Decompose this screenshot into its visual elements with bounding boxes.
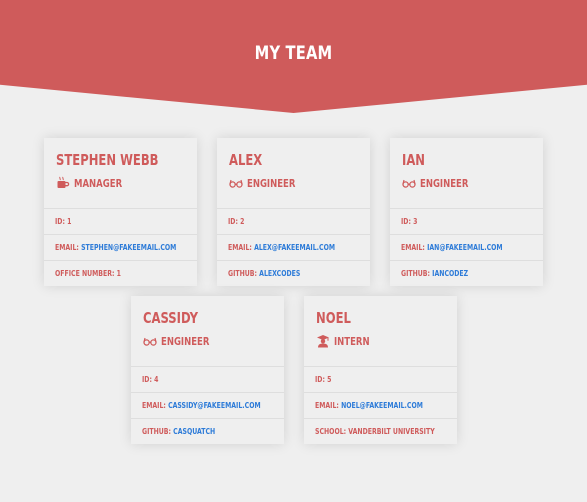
email-row: EMAIL: CASSIDY@FAKEEMAIL.COM (131, 392, 284, 418)
id-label: ID: (55, 217, 65, 226)
email-link[interactable]: CASSIDY@FAKEEMAIL.COM (168, 401, 261, 410)
employee-card: STEPHEN WEBB MANAGER ID: 1 EMAIL: STEPHE… (44, 138, 197, 286)
office-number-row: OFFICE NUMBER: 1 (44, 260, 197, 286)
email-link[interactable]: ALEX@FAKEEMAIL.COM (254, 243, 335, 252)
employee-card: CASSIDY ENGINEER ID: 4 EMAIL: CASSIDY@FA… (131, 296, 284, 444)
github-label: GITHUB: (401, 269, 431, 278)
employee-card: NOEL INTERN ID: 5 EMAIL: NOEL@FAKEEMAIL.… (304, 296, 457, 444)
github-label: GITHUB: (142, 427, 172, 436)
employee-role: ENGINEER (143, 333, 284, 349)
card-header: ALEX ENGINEER (217, 138, 370, 208)
glasses-icon (229, 176, 243, 190)
id-value: 2 (240, 217, 245, 226)
email-row: EMAIL: ALEX@FAKEEMAIL.COM (217, 234, 370, 260)
id-label: ID: (228, 217, 238, 226)
employee-card: ALEX ENGINEER ID: 2 EMAIL: ALEX@FAKEEMAI… (217, 138, 370, 286)
id-value: 3 (413, 217, 418, 226)
id-row: ID: 5 (304, 366, 457, 392)
email-link[interactable]: NOEL@FAKEEMAIL.COM (341, 401, 423, 410)
email-link[interactable]: STEPHEN@FAKEEMAIL.COM (81, 243, 176, 252)
id-label: ID: (401, 217, 411, 226)
role-label: INTERN (334, 334, 370, 348)
coffee-mug-icon (56, 176, 70, 190)
github-row: GITHUB: ALEXCODES (217, 260, 370, 286)
page-title: MY TEAM (254, 42, 333, 64)
id-row: ID: 1 (44, 208, 197, 234)
employee-role: INTERN (316, 333, 457, 349)
employee-role: ENGINEER (229, 175, 370, 191)
email-label: EMAIL: (142, 401, 166, 410)
glasses-icon (143, 334, 157, 348)
id-value: 1 (67, 217, 72, 226)
school-row: SCHOOL: VANDERBILT UNIVERSITY (304, 418, 457, 444)
graduation-student-icon (316, 334, 330, 348)
email-row: EMAIL: NOEL@FAKEEMAIL.COM (304, 392, 457, 418)
id-row: ID: 3 (390, 208, 543, 234)
id-row: ID: 2 (217, 208, 370, 234)
glasses-icon (402, 176, 416, 190)
card-header: CASSIDY ENGINEER (131, 296, 284, 366)
email-label: EMAIL: (55, 243, 79, 252)
github-link[interactable]: ALEXCODES (259, 269, 300, 278)
employee-name: NOEL (316, 309, 351, 327)
employee-name: IAN (402, 151, 426, 169)
employee-name: STEPHEN WEBB (56, 151, 159, 169)
email-row: EMAIL: STEPHEN@FAKEEMAIL.COM (44, 234, 197, 260)
employee-role: MANAGER (56, 175, 197, 191)
employee-role: ENGINEER (402, 175, 543, 191)
card-header: IAN ENGINEER (390, 138, 543, 208)
card-header: STEPHEN WEBB MANAGER (44, 138, 197, 208)
office-number-value: 1 (116, 269, 121, 278)
github-link[interactable]: CASQUATCH (173, 427, 215, 436)
employee-card: IAN ENGINEER ID: 3 EMAIL: IAN@FAKEEMAIL.… (390, 138, 543, 286)
school-label: SCHOOL: (315, 427, 347, 436)
role-label: ENGINEER (247, 176, 296, 190)
id-row: ID: 4 (131, 366, 284, 392)
role-label: ENGINEER (420, 176, 469, 190)
card-header: NOEL INTERN (304, 296, 457, 366)
email-link[interactable]: IAN@FAKEEMAIL.COM (427, 243, 502, 252)
id-value: 4 (154, 375, 159, 384)
team-page: MY TEAM STEPHEN WEBB MANAGER ID: 1 EMAIL… (0, 0, 587, 502)
email-label: EMAIL: (228, 243, 252, 252)
email-label: EMAIL: (315, 401, 339, 410)
github-row: GITHUB: CASQUATCH (131, 418, 284, 444)
id-value: 5 (327, 375, 332, 384)
email-label: EMAIL: (401, 243, 425, 252)
employee-name: CASSIDY (143, 309, 199, 327)
github-link[interactable]: IANCODEZ (432, 269, 468, 278)
school-value: VANDERBILT UNIVERSITY (348, 427, 435, 436)
id-label: ID: (142, 375, 152, 384)
employee-name: ALEX (229, 151, 263, 169)
email-row: EMAIL: IAN@FAKEEMAIL.COM (390, 234, 543, 260)
role-label: ENGINEER (161, 334, 210, 348)
office-number-label: OFFICE NUMBER: (55, 269, 115, 278)
role-label: MANAGER (74, 176, 123, 190)
github-row: GITHUB: IANCODEZ (390, 260, 543, 286)
id-label: ID: (315, 375, 325, 384)
github-label: GITHUB: (228, 269, 258, 278)
